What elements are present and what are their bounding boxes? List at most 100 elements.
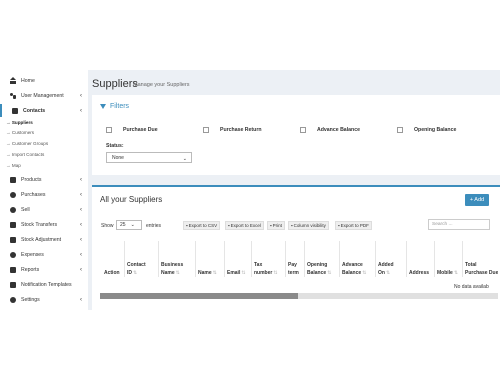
sort-icon: ⇅ (453, 270, 459, 276)
page-length-select[interactable]: 25 ⌄ (116, 220, 142, 230)
products-icon (10, 176, 16, 183)
sidebar-item-purchases[interactable]: Purchases ‹ (0, 188, 88, 201)
export-excel-button[interactable]: ▪ Export to Excel (225, 221, 264, 230)
checkbox-box[interactable] (397, 127, 403, 133)
column-divider (406, 241, 407, 277)
sidebar-subitem-customer-groups[interactable]: → Customer Groups (6, 139, 48, 148)
column-header-action[interactable]: Action (104, 269, 120, 277)
checkbox-box[interactable] (300, 127, 306, 133)
export-csv-button[interactable]: ▪ Export to CSV (183, 221, 221, 230)
columns-icon: ▪ (291, 223, 293, 228)
sidebar-subitem-map[interactable]: → Map (6, 161, 21, 170)
column-header-line1: Tax (254, 262, 263, 268)
chevron-left-icon: ‹ (80, 107, 82, 114)
sort-icon: ⇅ (362, 270, 367, 276)
column-header-line1: Business (161, 262, 184, 268)
export-pdf-button[interactable]: ▪ Export to PDF (335, 221, 372, 230)
sidebar-item-label: Notification Templates (21, 281, 72, 288)
database-icon (10, 236, 16, 243)
column-visibility-button[interactable]: ▪ Column visibility (288, 221, 329, 230)
column-header-added-on[interactable]: Added On⇅ (378, 261, 394, 277)
column-header-address[interactable]: Address (409, 269, 429, 277)
column-header-opening-balance[interactable]: Opening Balance⇅ (307, 261, 331, 277)
status-select-value: None (112, 154, 124, 161)
sidebar-item-label: Home (21, 77, 35, 84)
sidebar-item-settings[interactable]: Settings ‹ (0, 293, 88, 306)
column-header-line1: Total (465, 262, 477, 268)
sidebar-subitem-suppliers[interactable]: → Suppliers (6, 118, 33, 127)
column-header-line2: Balance (342, 270, 362, 276)
advance-balance-checkbox[interactable]: Advance Balance (300, 127, 360, 133)
column-divider (375, 241, 376, 277)
column-divider (339, 241, 340, 277)
horizontal-scrollbar[interactable] (100, 293, 498, 299)
column-header-business-name[interactable]: Business Name⇅ (161, 261, 183, 277)
chevron-down-icon: ⌄ (130, 222, 135, 228)
sidebar-item-products[interactable]: Products ‹ (0, 173, 88, 186)
sort-icon: ⇅ (175, 270, 180, 276)
column-header-line2: Email (227, 270, 241, 276)
status-select[interactable]: None ⌄ (106, 152, 192, 163)
button-label: Export to PDF (340, 223, 369, 228)
column-header-contact-id[interactable]: Contact ID⇅ (127, 261, 146, 277)
file-icon: ▪ (338, 223, 340, 228)
column-header-line2: Mobile (437, 270, 453, 276)
sidebar-item-reports[interactable]: Reports ‹ (0, 263, 88, 276)
sidebar-item-contacts[interactable]: Contacts ‹ (0, 104, 88, 117)
sort-icon: ⇅ (273, 270, 278, 276)
column-header-email[interactable]: Email⇅ (227, 269, 246, 277)
purchases-icon (10, 191, 16, 198)
print-button[interactable]: ▪ Print (267, 221, 285, 230)
column-header-tax-number[interactable]: Tax number⇅ (254, 261, 278, 277)
checkbox-label: Purchase Due (123, 127, 158, 133)
checkbox-box[interactable] (203, 127, 209, 133)
truck-icon (10, 221, 16, 228)
suppliers-panel: All your Suppliers + Add Show 25 ⌄ entri… (92, 185, 500, 310)
checkbox-box[interactable] (106, 127, 112, 133)
sidebar-item-notification-templates[interactable]: Notification Templates (0, 278, 88, 291)
column-header-line1: Opening (307, 262, 328, 268)
column-divider (304, 241, 305, 277)
search-input[interactable]: Search ... (428, 219, 490, 230)
checkbox-label: Advance Balance (317, 127, 360, 133)
purchase-return-checkbox[interactable]: Purchase Return (203, 127, 262, 133)
column-header-pay-term[interactable]: Pay term (288, 261, 299, 277)
sidebar-subitem-customers[interactable]: → Customers (6, 128, 34, 137)
column-divider (285, 241, 286, 277)
column-header-name[interactable]: Name⇅ (198, 269, 217, 277)
sidebar-subitem-import-contacts[interactable]: → Import Contacts (6, 150, 44, 159)
opening-balance-checkbox[interactable]: Opening Balance (397, 127, 456, 133)
sidebar-item-stock-transfers[interactable]: Stock Transfers ‹ (0, 218, 88, 231)
chevron-left-icon: ‹ (80, 251, 82, 258)
contacts-icon (12, 107, 18, 114)
sidebar-item-stock-adjustment[interactable]: Stock Adjustment ‹ (0, 233, 88, 246)
column-header-line2: Address (409, 270, 430, 276)
no-data-message: No data availab (454, 284, 489, 290)
scrollbar-thumb[interactable] (100, 293, 298, 299)
purchase-due-checkbox[interactable]: Purchase Due (106, 127, 158, 133)
sort-icon: ⇅ (327, 270, 332, 276)
column-header-line2: Name (198, 270, 212, 276)
sidebar-item-sell[interactable]: Sell ‹ (0, 203, 88, 216)
page-length-value: 25 (120, 222, 126, 228)
column-divider (434, 241, 435, 277)
column-header-line1: Advance (342, 262, 363, 268)
column-header-total-purchase-due[interactable]: Total Purchase Due (465, 261, 498, 277)
column-header-line2: Purchase Due (465, 270, 498, 276)
sidebar-item-home[interactable]: Home (0, 74, 88, 87)
filters-toggle[interactable]: Filters (100, 103, 129, 110)
column-divider (158, 241, 159, 277)
column-divider (251, 241, 252, 277)
column-header-line2: term (288, 270, 299, 276)
chevron-left-icon: ‹ (80, 92, 82, 99)
column-header-advance-balance[interactable]: Advance Balance⇅ (342, 261, 366, 277)
column-header-mobile[interactable]: Mobile⇅ (437, 269, 458, 277)
sell-icon (10, 206, 16, 213)
add-supplier-button[interactable]: + Add (465, 194, 489, 206)
sidebar-item-expenses[interactable]: Expenses ‹ (0, 248, 88, 261)
column-header-line2: Balance (307, 270, 327, 276)
column-header-line2: Name (161, 270, 175, 276)
column-divider (124, 241, 125, 277)
sidebar-item-user-management[interactable]: User Management ‹ (0, 89, 88, 102)
checkbox-label: Opening Balance (414, 127, 457, 133)
